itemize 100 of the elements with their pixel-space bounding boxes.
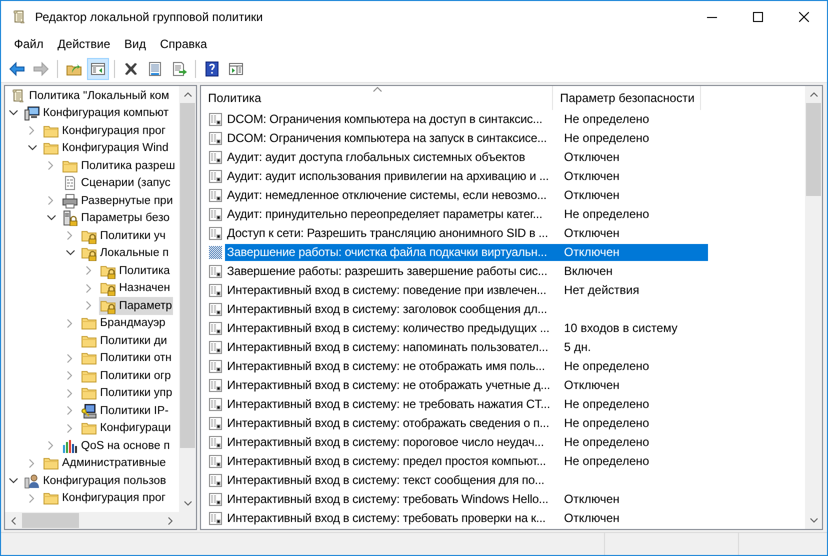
table-cell[interactable]: Отключен xyxy=(558,187,708,204)
table-cell[interactable]: Отключен xyxy=(558,149,708,166)
tree-item[interactable]: Политики IP- xyxy=(80,402,170,420)
tree-item[interactable]: Политики отн xyxy=(80,350,173,367)
chevron-right-icon[interactable] xyxy=(48,196,54,206)
table-cell[interactable]: Отключен xyxy=(558,244,708,261)
table-cell[interactable]: Интерактивный вход в систему: требовать проверки на к... xyxy=(225,510,558,527)
tree-item[interactable]: QoS на основе п xyxy=(61,437,171,454)
tree-item[interactable]: Назначен xyxy=(99,280,172,297)
chevron-right-icon[interactable] xyxy=(86,266,92,276)
table-cell[interactable]: Интерактивный вход в систему: предел простоя компьют... xyxy=(225,453,558,470)
tree-item[interactable]: Развернутые при xyxy=(61,192,174,210)
scrollbar-thumb[interactable] xyxy=(806,103,821,196)
tree-item[interactable]: Конфигурация компьют xyxy=(23,104,170,122)
chevron-down-icon[interactable] xyxy=(66,250,74,256)
table-cell[interactable]: Не определено xyxy=(558,206,708,223)
chevron-right-icon[interactable] xyxy=(48,161,54,170)
tree-item[interactable]: Политики огр xyxy=(80,367,172,384)
tree-item[interactable]: Политики ди xyxy=(80,332,168,350)
table-cell[interactable]: Интерактивный вход в систему: поведение при извлечен... xyxy=(225,282,558,299)
scrollbar-thumb[interactable] xyxy=(22,513,79,528)
table-cell[interactable]: Интерактивный вход в систему: напоминать пользовател... xyxy=(225,339,558,356)
chevron-right-icon[interactable] xyxy=(48,441,54,450)
tree-item[interactable]: Параметры безо xyxy=(61,210,171,227)
table-cell[interactable]: Не определено xyxy=(558,453,708,470)
table-cell[interactable]: Доступ к сети: Разрешить трансляцию анонимного SID в ... xyxy=(225,225,558,242)
table-cell[interactable]: Нет действия xyxy=(558,282,708,299)
scroll-down-icon[interactable] xyxy=(184,501,192,506)
table-cell[interactable]: Не определено xyxy=(558,396,708,413)
chevron-right-icon[interactable] xyxy=(67,371,73,380)
tree-item[interactable]: Административные xyxy=(42,454,167,472)
table-cell[interactable]: DCOM: Ограничения компьютера на доступ в синтаксис... xyxy=(225,111,558,128)
table-cell[interactable]: Аудит: принудительно переопределяет параметры катег... xyxy=(225,206,558,223)
table-cell[interactable]: Аудит: аудит доступа глобальных системных объектов xyxy=(225,149,558,166)
chevron-right-icon[interactable] xyxy=(67,318,73,328)
tree-item[interactable]: Конфигурация прог xyxy=(42,122,167,140)
toolbar-button[interactable] xyxy=(87,58,109,80)
table-cell[interactable]: Интерактивный вход в систему: требовать Windows Hello... xyxy=(225,491,558,508)
chevron-right-icon[interactable] xyxy=(67,354,73,363)
tree-item[interactable]: Конфигурация пользов xyxy=(23,472,168,490)
menu-item[interactable]: Действие xyxy=(50,36,118,50)
tree-item[interactable]: Конфигурация Wind xyxy=(42,140,170,157)
tree-item[interactable]: Конфигурация прог xyxy=(42,490,167,507)
table-cell[interactable]: Отключен xyxy=(558,225,708,242)
table-cell[interactable]: Отключен xyxy=(558,491,708,508)
menu-item[interactable]: Файл xyxy=(7,36,51,50)
table-cell[interactable]: Интерактивный вход в систему: не отображать имя поль... xyxy=(225,358,558,375)
tree-item[interactable]: Политика xyxy=(99,262,171,280)
chevron-right-icon[interactable] xyxy=(86,284,92,293)
table-cell[interactable]: Не определено xyxy=(558,415,708,432)
table-cell[interactable]: Интерактивный вход в систему: текст сообщения для по... xyxy=(225,472,558,489)
table-cell[interactable]: Не определено xyxy=(558,130,708,147)
table-cell[interactable]: Включен xyxy=(558,263,708,280)
chevron-right-icon[interactable] xyxy=(67,231,73,240)
table-cell[interactable]: Отключен xyxy=(558,510,708,527)
table-cell[interactable]: Аудит: аудит использования привилегии на архивацию и ... xyxy=(225,168,558,185)
tree-item[interactable]: Сценарии (запус xyxy=(61,174,172,192)
table-cell[interactable]: Интерактивный вход в систему: количество предыдущих ... xyxy=(225,320,558,337)
table-cell[interactable]: Интерактивный вход в систему: не отображать учетные д... xyxy=(225,377,558,394)
tree-item[interactable]: Политика "Локальный ком xyxy=(9,87,170,104)
table-cell[interactable]: Не определено xyxy=(558,434,708,451)
table-cell[interactable]: Не определено xyxy=(558,358,708,375)
chevron-right-icon[interactable] xyxy=(29,126,35,136)
tree-item[interactable]: Конфигураци xyxy=(80,420,172,437)
chevron-down-icon[interactable] xyxy=(28,145,36,152)
chevron-right-icon[interactable] xyxy=(67,424,73,433)
tree-item[interactable]: Параметр xyxy=(99,297,174,314)
chevron-right-icon[interactable] xyxy=(67,388,73,398)
table-cell[interactable]: Интерактивный вход в систему: пороговое число неудач... xyxy=(225,434,558,451)
chevron-right-icon[interactable] xyxy=(86,301,92,310)
scroll-down-icon[interactable] xyxy=(810,518,818,523)
scroll-up-icon[interactable] xyxy=(184,92,192,97)
table-cell[interactable]: 10 входов в систему xyxy=(558,320,708,337)
table-cell[interactable]: Интерактивный вход в систему: заголовок сообщения дл... xyxy=(225,301,558,318)
chevron-down-icon[interactable] xyxy=(8,110,18,116)
table-cell[interactable]: Отключен xyxy=(558,377,708,394)
tree-item[interactable]: Локальные п xyxy=(80,244,170,262)
chevron-down-icon[interactable] xyxy=(8,478,18,484)
scroll-left-icon[interactable] xyxy=(11,516,16,524)
table-cell[interactable]: Завершение работы: очистка файла подкачки виртуальн... xyxy=(225,244,558,261)
table-cell[interactable]: Отключен xyxy=(558,168,708,185)
scroll-right-icon[interactable] xyxy=(168,516,173,524)
tree-item[interactable]: Политика разреш xyxy=(61,157,176,174)
scroll-up-icon[interactable] xyxy=(810,92,818,97)
table-cell[interactable]: Завершение работы: разрешить завершение работы сис... xyxy=(225,263,558,280)
menu-item[interactable]: Справка xyxy=(153,36,214,50)
chevron-right-icon[interactable] xyxy=(29,494,35,503)
table-cell[interactable]: Аудит: немедленное отключение системы, если невозмо... xyxy=(225,187,558,204)
tree-item[interactable]: Политики упр xyxy=(80,384,174,402)
table-cell[interactable]: Не определено xyxy=(558,111,708,128)
chevron-right-icon[interactable] xyxy=(67,406,73,416)
table-cell[interactable]: DCOM: Ограничения компьютера на запуск в синтаксисе... xyxy=(225,130,558,147)
scrollbar-thumb[interactable] xyxy=(180,103,195,448)
table-cell[interactable]: Интерактивный вход в систему: отображать сведения о п... xyxy=(225,415,558,432)
tree-item[interactable]: Брандмауэр xyxy=(80,314,166,332)
table-cell[interactable]: 5 дн. xyxy=(558,339,708,356)
chevron-right-icon[interactable] xyxy=(29,458,35,468)
table-cell[interactable]: Интерактивный вход в систему: не требовать нажатия CT... xyxy=(225,396,558,413)
menu-item[interactable]: Вид xyxy=(117,36,153,50)
chevron-down-icon[interactable] xyxy=(46,215,56,222)
